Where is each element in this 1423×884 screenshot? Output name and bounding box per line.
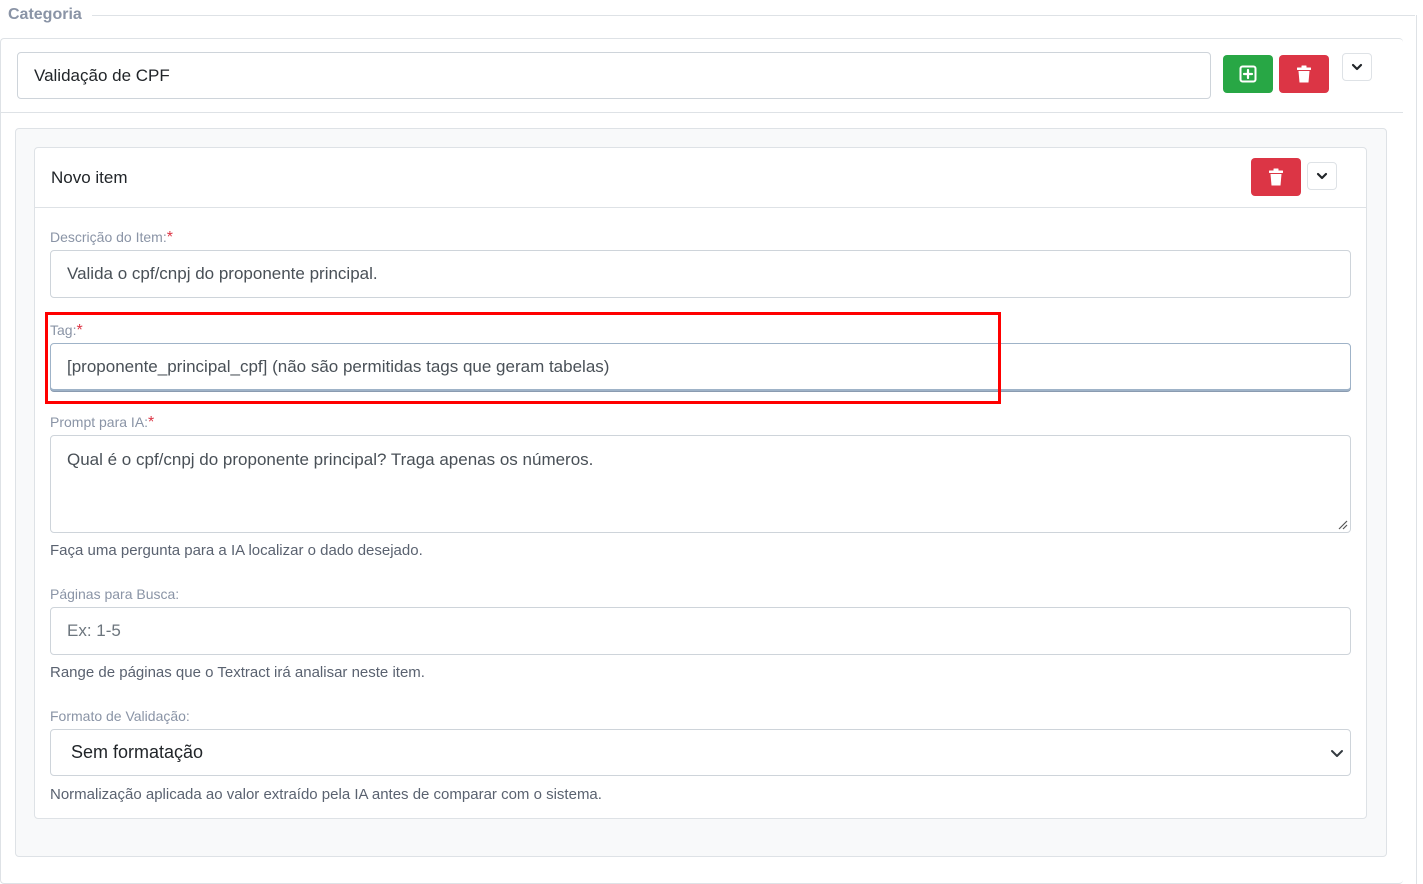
category-legend: Categoria <box>8 6 92 24</box>
item-title: Novo item <box>51 168 128 187</box>
tag-label-text: Tag: <box>50 322 77 338</box>
prompt-textarea[interactable]: Qual é o cpf/cnpj do proponente principa… <box>50 435 1351 533</box>
required-marker: * <box>76 322 83 339</box>
chevron-down-icon <box>1331 750 1343 757</box>
format-selected-value: Sem formatação <box>71 742 204 762</box>
format-select[interactable]: Sem formatação <box>50 729 1351 776</box>
prompt-help: Faça uma pergunta para a IA localizar o … <box>50 542 423 559</box>
delete-item-button[interactable] <box>1251 158 1301 196</box>
delete-category-button[interactable] <box>1279 55 1329 93</box>
category-name-input[interactable]: Validação de CPF <box>17 52 1211 99</box>
add-item-button[interactable] <box>1223 55 1273 93</box>
legend-divider <box>92 15 1415 16</box>
description-label: Descrição do Item:* <box>50 229 173 247</box>
required-marker: * <box>166 229 173 246</box>
chevron-down-icon <box>1316 172 1328 180</box>
format-label: Formato de Validação: <box>50 708 190 724</box>
resize-handle-icon[interactable] <box>1338 520 1348 530</box>
required-marker: * <box>148 414 155 431</box>
format-help: Normalização aplicada ao valor extraído … <box>50 786 602 803</box>
trash-icon <box>1269 168 1283 186</box>
trash-icon <box>1297 65 1311 83</box>
pages-help: Range de páginas que o Textract irá anal… <box>50 664 425 681</box>
category-collapse-button[interactable] <box>1342 53 1372 81</box>
item-collapse-button[interactable] <box>1307 162 1337 190</box>
description-input[interactable]: Valida o cpf/cnpj do proponente principa… <box>50 250 1351 298</box>
tag-label: Tag:* <box>50 322 83 340</box>
description-label-text: Descrição do Item: <box>50 229 167 245</box>
pages-label: Páginas para Busca: <box>50 586 180 602</box>
plus-square-icon <box>1239 65 1257 83</box>
prompt-text: Qual é o cpf/cnpj do proponente principa… <box>67 450 594 469</box>
prompt-label-text: Prompt para IA: <box>50 414 149 430</box>
tag-input[interactable]: [proponente_principal_cpf] (não são perm… <box>50 343 1351 391</box>
item-header: Novo item <box>35 148 1366 208</box>
category-header: Validação de CPF <box>1 39 1403 113</box>
chevron-down-icon <box>1351 63 1363 71</box>
fieldset-border <box>1416 15 1417 884</box>
pages-input[interactable]: Ex: 1-5 <box>50 607 1351 655</box>
prompt-label: Prompt para IA:* <box>50 414 154 432</box>
